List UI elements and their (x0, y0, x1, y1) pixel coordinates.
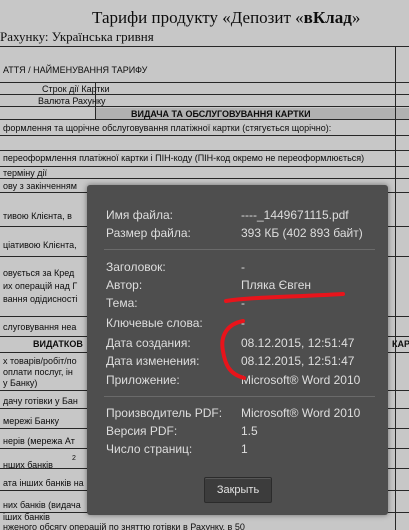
property-label: Дата изменения: (106, 354, 200, 368)
property-label: Версия PDF: (106, 424, 178, 438)
property-label: Заголовок: (106, 260, 166, 274)
property-value: Microsoft® Word 2010 (241, 373, 361, 387)
property-label: Имя файла: (106, 208, 173, 222)
property-title: Заголовок: - (87, 260, 388, 276)
property-file-size: Размер файла: 393 КБ (402 893 байт) (87, 226, 388, 242)
property-label: Дата создания: (106, 336, 191, 350)
property-value: 1 (241, 442, 248, 456)
property-label: Число страниц: (106, 442, 193, 456)
property-label: Автор: (106, 278, 143, 292)
divider (104, 249, 375, 250)
property-subject: Тема: - (87, 296, 388, 312)
property-value: Пляка Євген (241, 278, 312, 292)
property-keywords: Ключевые слова: - (87, 316, 388, 332)
property-value: 393 КБ (402 893 байт) (241, 226, 363, 240)
property-value: - (241, 316, 245, 330)
property-value: 1.5 (241, 424, 258, 438)
document-properties-dialog: Имя файла: ----_1449671115.pdf Размер фа… (87, 185, 388, 515)
property-value: - (241, 296, 245, 310)
property-label: Ключевые слова: (106, 316, 203, 330)
divider (104, 396, 375, 397)
property-value: - (241, 260, 245, 274)
property-author: Автор: Пляка Євген (87, 278, 388, 294)
property-value: Microsoft® Word 2010 (241, 406, 361, 420)
property-value: 08.12.2015, 12:51:47 (241, 336, 355, 350)
property-pdf-producer: Производитель PDF: Microsoft® Word 2010 (87, 406, 388, 422)
property-modified: Дата изменения: 08.12.2015, 12:51:47 (87, 354, 388, 370)
property-file-name: Имя файла: ----_1449671115.pdf (87, 208, 388, 224)
close-button[interactable]: Закрыть (204, 477, 272, 503)
property-page-count: Число страниц: 1 (87, 442, 388, 458)
property-pdf-version: Версия PDF: 1.5 (87, 424, 388, 440)
property-label: Производитель PDF: (106, 406, 223, 420)
property-label: Приложение: (106, 373, 180, 387)
property-application: Приложение: Microsoft® Word 2010 (87, 373, 388, 389)
property-created: Дата создания: 08.12.2015, 12:51:47 (87, 336, 388, 352)
property-label: Тема: (106, 296, 138, 310)
property-value: ----_1449671115.pdf (241, 208, 349, 222)
property-value: 08.12.2015, 12:51:47 (241, 354, 355, 368)
property-label: Размер файла: (106, 226, 191, 240)
